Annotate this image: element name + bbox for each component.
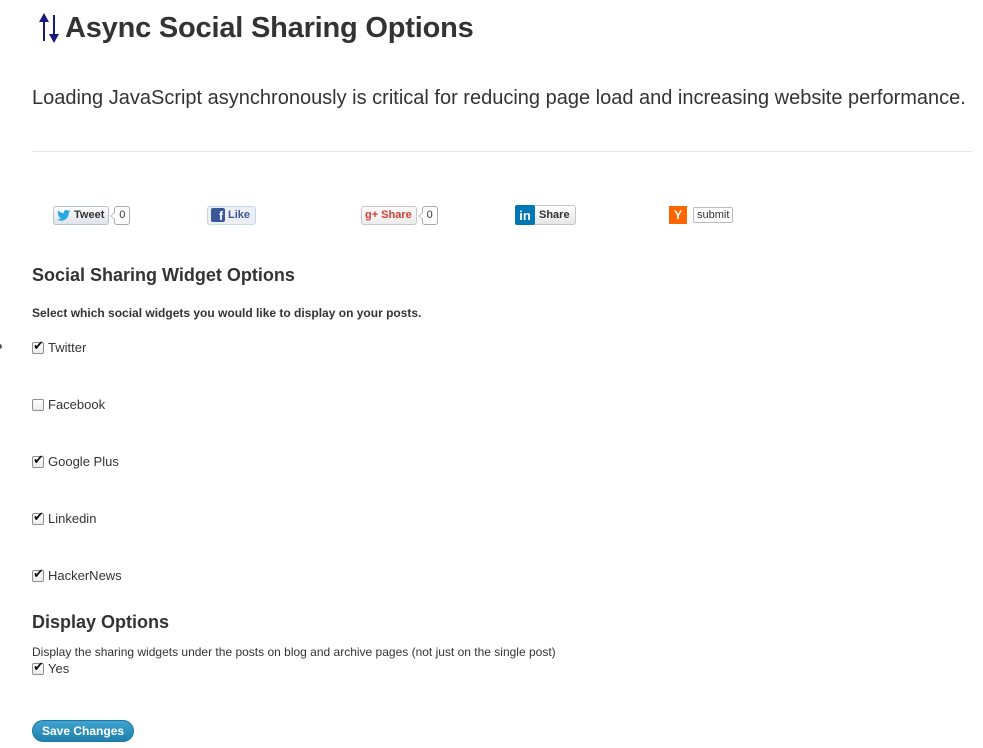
twitter-option-label: Twitter: [48, 340, 87, 355]
googleplus-share-button[interactable]: g+ Share: [361, 205, 417, 225]
linkedin-option[interactable]: Linkedin: [32, 510, 97, 526]
like-button[interactable]: f Like: [207, 205, 257, 225]
display-yes-checkbox[interactable]: [32, 660, 44, 675]
display-options-description: Display the sharing widgets under the po…: [32, 645, 556, 659]
hackernews-checkbox[interactable]: [32, 567, 44, 582]
linkedin-checkbox[interactable]: [32, 510, 44, 525]
linkedin-widget-preview[interactable]: in Share: [515, 205, 576, 225]
widget-options-heading: Social Sharing Widget Options: [32, 265, 295, 285]
edge-dot: [0, 344, 2, 349]
twitter-checkbox[interactable]: [32, 339, 44, 354]
tweet-label: Tweet: [74, 209, 105, 221]
linkedin-icon: in: [515, 205, 535, 225]
tweet-count: 0: [110, 205, 131, 225]
facebook-f-icon: f: [211, 208, 225, 222]
googleplus-share-label: Share: [381, 209, 412, 221]
twitter-bird-icon: [57, 209, 71, 221]
save-changes-button[interactable]: Save Changes: [32, 720, 135, 742]
hackernews-widget-preview[interactable]: Y submit: [669, 205, 734, 225]
facebook-widget-preview[interactable]: f Like: [207, 205, 257, 225]
facebook-checkbox[interactable]: [32, 398, 44, 411]
hackernews-submit-button[interactable]: submit: [693, 207, 734, 223]
display-options-heading: Display Options: [32, 612, 170, 632]
up-down-arrows-icon: [36, 10, 62, 46]
linkedin-share-button[interactable]: in Share: [515, 205, 576, 225]
linkedin-option-label: Linkedin: [48, 511, 97, 526]
facebook-option[interactable]: Facebook: [32, 397, 105, 412]
facebook-option-label: Facebook: [48, 397, 106, 412]
twitter-option[interactable]: Twitter: [32, 339, 87, 355]
widget-options-description: Select which social widgets you would li…: [32, 306, 422, 320]
page-header: Async Social Sharing Options: [36, 10, 474, 46]
twitter-widget-preview[interactable]: Tweet 0: [53, 205, 131, 225]
display-yes-option[interactable]: Yes: [32, 660, 70, 676]
like-label: Like: [228, 209, 251, 221]
tweet-button[interactable]: Tweet: [53, 205, 110, 225]
googleplus-option[interactable]: Google Plus: [32, 453, 119, 469]
page-title: Async Social Sharing Options: [65, 11, 474, 44]
hackernews-option-label: HackerNews: [48, 568, 122, 583]
display-yes-label: Yes: [48, 661, 70, 676]
linkedin-share-label: Share: [539, 209, 570, 221]
googleplus-icon: g+: [365, 209, 379, 221]
googleplus-option-label: Google Plus: [48, 454, 119, 469]
divider: [32, 151, 972, 152]
hackernews-y-icon: Y: [669, 206, 687, 224]
googleplus-checkbox[interactable]: [32, 453, 44, 468]
googleplus-widget-preview[interactable]: g+ Share 0: [361, 205, 438, 225]
googleplus-count: 0: [417, 205, 438, 225]
intro-text: Loading JavaScript asynchronously is cri…: [32, 87, 966, 109]
hackernews-option[interactable]: HackerNews: [32, 567, 122, 583]
